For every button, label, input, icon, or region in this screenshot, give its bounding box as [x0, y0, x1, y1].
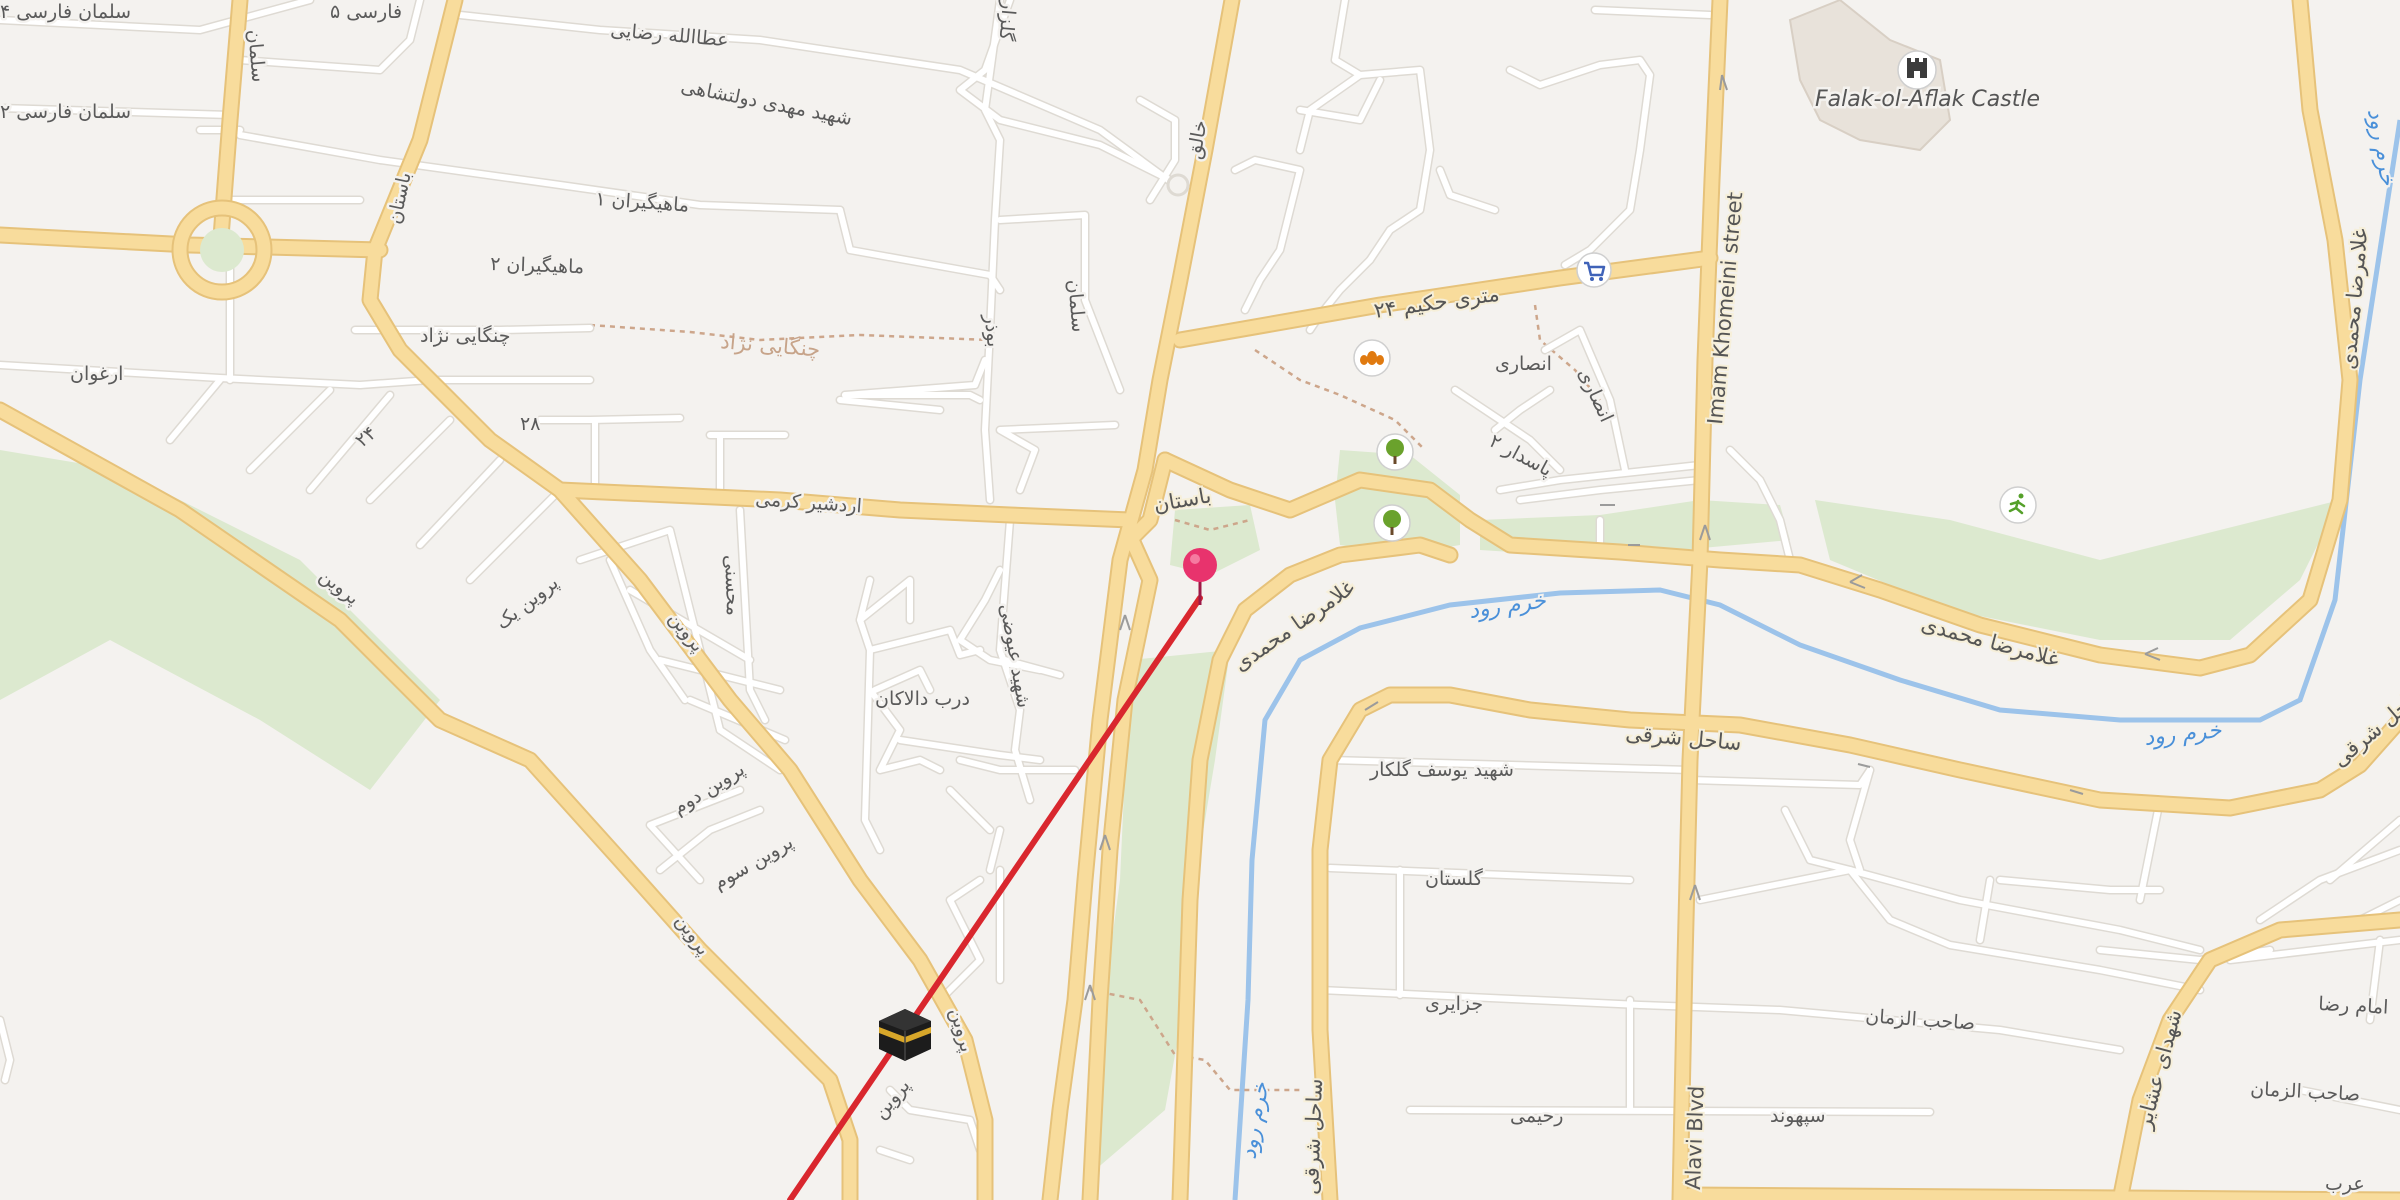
poi-park-1[interactable] — [1376, 433, 1414, 471]
poi-park-2[interactable] — [1373, 504, 1411, 542]
label-changaei-nejad: چنگایی نژاد — [420, 324, 510, 347]
label-sepahvand: سپهوند — [1770, 1105, 1826, 1127]
label-alavi-blvd: Alavi Blvd — [1681, 1085, 1709, 1190]
castle-icon — [1907, 58, 1927, 78]
map-canvas[interactable]: سلمان فارسی ۴ فارسی ۵ سلمان فارسی ۲ سلما… — [0, 0, 2400, 1200]
label-arghavan: ارغوان — [70, 363, 123, 385]
poi-castle[interactable] — [1897, 50, 1937, 90]
label-golestan: گلستان — [1425, 867, 1484, 890]
label-salman-mid: سلمان — [1063, 279, 1090, 334]
label-salman-farsi-2: سلمان فارسی ۲ — [0, 101, 131, 123]
label-imam-reza: امام رضا — [2318, 993, 2389, 1019]
label-farsi-5: فارسی ۵ — [330, 1, 402, 23]
label-arab: عرب — [2325, 1173, 2365, 1195]
label-st-28: ۲۸ — [520, 413, 540, 435]
label-sahel-gharbi: ساحل شرقی — [1299, 1078, 1327, 1195]
label-falak-castle: Falak-ol-Aflak Castle — [1815, 87, 2040, 112]
label-mahigiran-2: ماهیگیران ۲ — [490, 252, 585, 278]
poi-shop[interactable] — [1576, 252, 1612, 288]
label-rahimi: رحیمی — [1510, 1105, 1563, 1127]
label-darb-dalakan: درب دالاکان — [875, 688, 970, 710]
poi-bakery[interactable] — [1353, 339, 1391, 377]
label-mohsen: محسنی — [720, 554, 744, 616]
label-ansari: انصاری — [1495, 353, 1552, 375]
turning-circle — [1166, 173, 1190, 197]
label-golzar: گلزار — [994, 0, 1021, 43]
label-salman-farsi-4: سلمان فارسی ۴ — [0, 1, 131, 23]
label-bozar: بوذر — [980, 313, 1005, 349]
label-salman-vertical: سلمان — [243, 29, 270, 84]
label-shahid-yousef-golkar: شهید یوسف گلکار — [1369, 758, 1514, 781]
shop-icon-bg — [1576, 252, 1612, 288]
poi-sport[interactable] — [1999, 486, 2037, 524]
label-jazayeri: جزایری — [1425, 993, 1483, 1015]
